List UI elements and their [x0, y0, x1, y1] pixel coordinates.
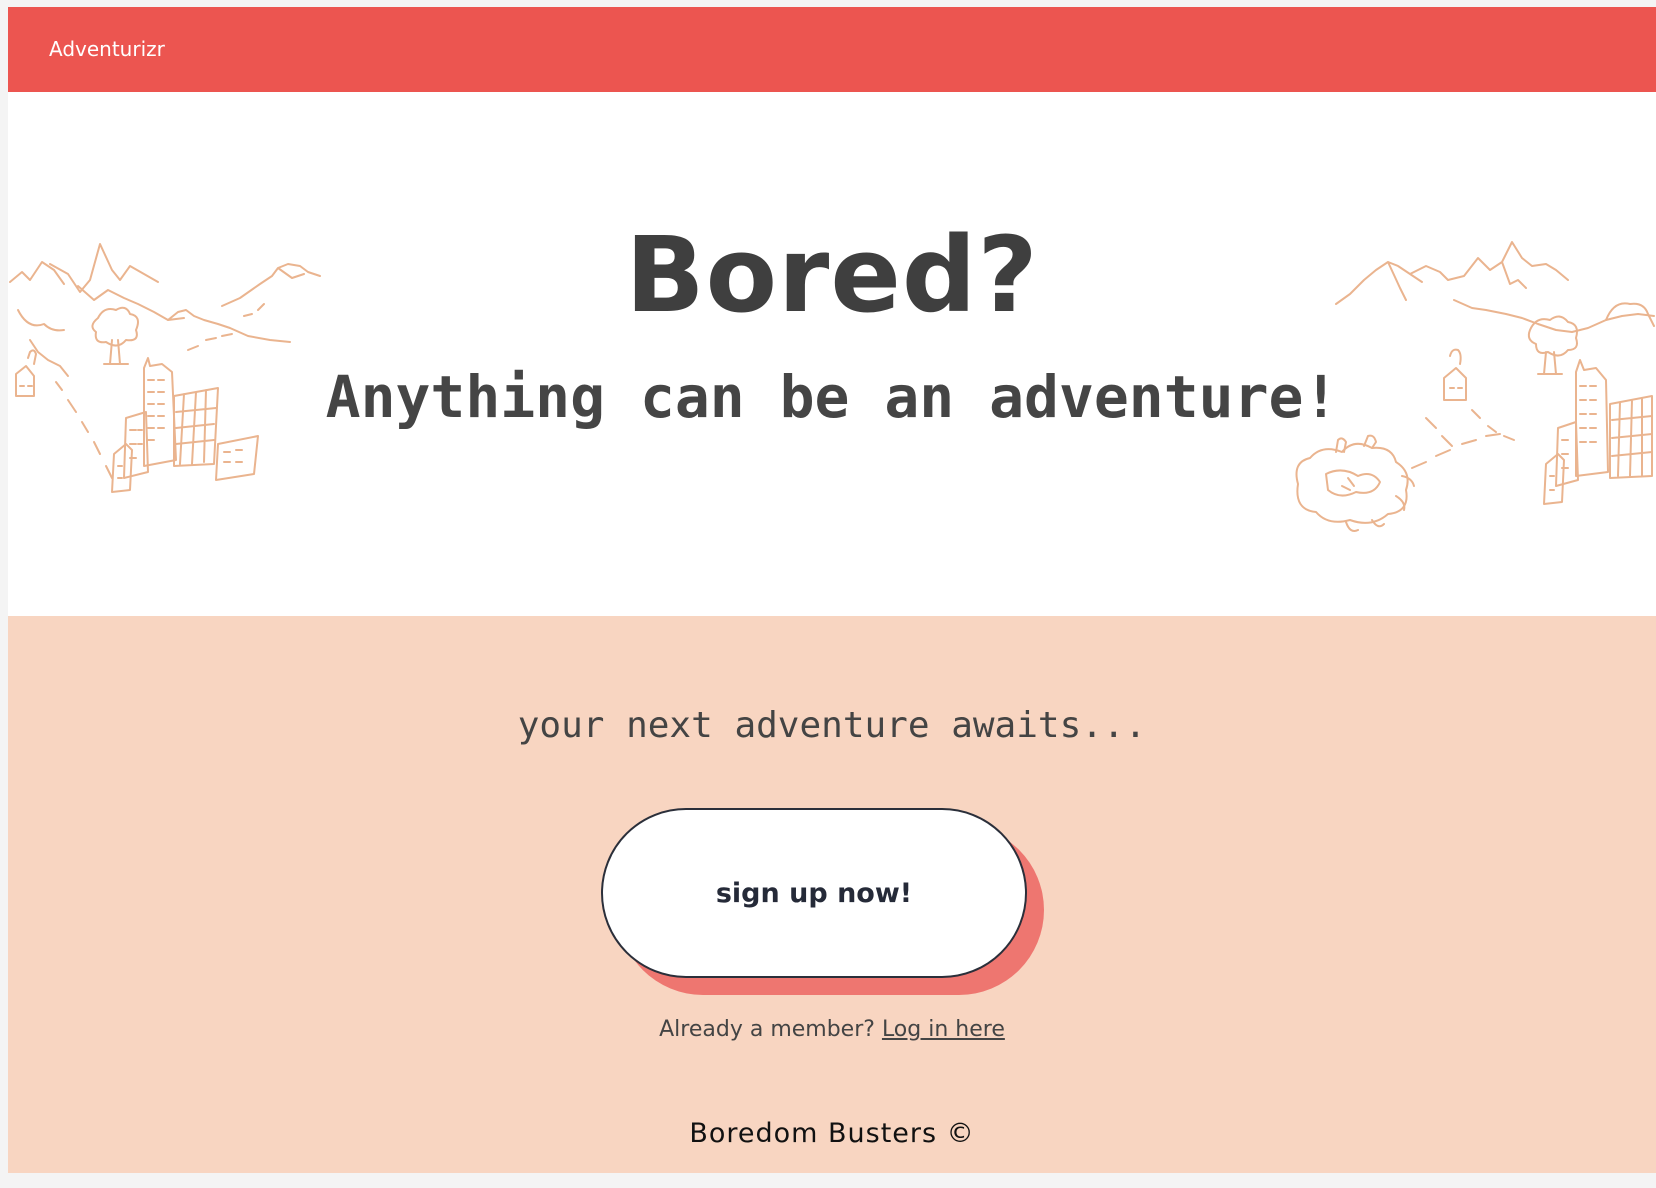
hero-tagline: Anything can be an adventure!	[325, 363, 1339, 431]
signup-button-container: sign up now!	[601, 808, 1044, 998]
landing-page: Adventurizr Bored? Anything can be an ad…	[8, 7, 1656, 1173]
footer-copyright: Boredom Busters ©	[689, 1118, 975, 1149]
brand-logo-link[interactable]: Adventurizr	[49, 7, 165, 92]
signup-section: your next adventure awaits... sign up no…	[8, 616, 1656, 1173]
cta-subtitle: your next adventure awaits...	[517, 705, 1147, 746]
login-prompt: Already a member? Log in here	[8, 1017, 1656, 1042]
hero-title: Bored?	[625, 214, 1039, 336]
login-link[interactable]: Log in here	[882, 1017, 1005, 1042]
hero-section: Bored? Anything can be an adventure!	[8, 92, 1656, 616]
login-prompt-text: Already a member?	[659, 1017, 875, 1042]
top-navbar: Adventurizr	[8, 7, 1656, 92]
signup-button[interactable]: sign up now!	[601, 808, 1027, 978]
